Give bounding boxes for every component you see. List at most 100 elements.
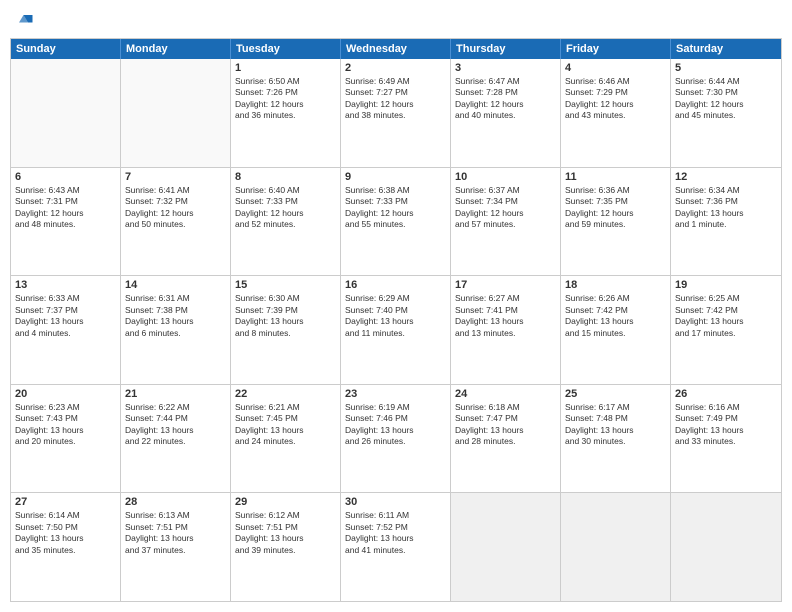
cell-info: Sunrise: 6:25 AM Sunset: 7:42 PM Dayligh…: [675, 293, 777, 339]
day-number: 22: [235, 388, 336, 400]
calendar-cell: 4 Sunrise: 6:46 AM Sunset: 7:29 PM Daylig…: [561, 59, 671, 167]
calendar-cell: [11, 59, 121, 167]
cell-info: Sunrise: 6:36 AM Sunset: 7:35 PM Dayligh…: [565, 185, 666, 231]
cell-info: Sunrise: 6:49 AM Sunset: 7:27 PM Dayligh…: [345, 76, 446, 122]
calendar-cell: [121, 59, 231, 167]
cell-info: Sunrise: 6:13 AM Sunset: 7:51 PM Dayligh…: [125, 510, 226, 556]
cell-info: Sunrise: 6:30 AM Sunset: 7:39 PM Dayligh…: [235, 293, 336, 339]
cell-info: Sunrise: 6:44 AM Sunset: 7:30 PM Dayligh…: [675, 76, 777, 122]
page: SundayMondayTuesdayWednesdayThursdayFrid…: [0, 0, 792, 612]
day-number: 20: [15, 388, 116, 400]
day-number: 15: [235, 279, 336, 291]
calendar-cell: 28 Sunrise: 6:13 AM Sunset: 7:51 PM Dayli…: [121, 493, 231, 601]
cell-info: Sunrise: 6:46 AM Sunset: 7:29 PM Dayligh…: [565, 76, 666, 122]
calendar-cell: 12 Sunrise: 6:34 AM Sunset: 7:36 PM Dayli…: [671, 168, 781, 276]
day-number: 18: [565, 279, 666, 291]
cell-info: Sunrise: 6:11 AM Sunset: 7:52 PM Dayligh…: [345, 510, 446, 556]
day-number: 2: [345, 62, 446, 74]
cell-info: Sunrise: 6:17 AM Sunset: 7:48 PM Dayligh…: [565, 402, 666, 448]
header: [10, 10, 782, 30]
calendar-cell: 22Sunrise: 6:21 AM Sunset: 7:45 PM Dayli…: [231, 385, 341, 493]
cell-info: Sunrise: 6:23 AM Sunset: 7:43 PM Dayligh…: [15, 402, 116, 448]
day-number: 7: [125, 171, 226, 183]
calendar-cell: [451, 493, 561, 601]
cell-info: Sunrise: 6:12 AM Sunset: 7:51 PM Dayligh…: [235, 510, 336, 556]
cell-info: Sunrise: 6:34 AM Sunset: 7:36 PM Dayligh…: [675, 185, 777, 231]
weekday-header: Sunday: [11, 39, 121, 59]
calendar-cell: 25 Sunrise: 6:17 AM Sunset: 7:48 PM Dayli…: [561, 385, 671, 493]
calendar-cell: 30 Sunrise: 6:11 AM Sunset: 7:52 PM Dayli…: [341, 493, 451, 601]
weekday-header: Friday: [561, 39, 671, 59]
day-number: 21: [125, 388, 226, 400]
day-number: 1: [235, 62, 336, 74]
day-number: 4: [565, 62, 666, 74]
day-number: 29: [235, 496, 336, 508]
calendar-row: 20 Sunrise: 6:23 AM Sunset: 7:43 PM Dayli…: [11, 384, 781, 493]
day-number: 11: [565, 171, 666, 183]
cell-info: Sunrise: 6:31 AM Sunset: 7:38 PM Dayligh…: [125, 293, 226, 339]
calendar-cell: 10Sunrise: 6:37 AM Sunset: 7:34 PM Dayli…: [451, 168, 561, 276]
day-number: 6: [15, 171, 116, 183]
day-number: 23: [345, 388, 446, 400]
cell-info: Sunrise: 6:40 AM Sunset: 7:33 PM Dayligh…: [235, 185, 336, 231]
cell-info: Sunrise: 6:50 AM Sunset: 7:26 PM Dayligh…: [235, 76, 336, 122]
cell-info: Sunrise: 6:43 AM Sunset: 7:31 PM Dayligh…: [15, 185, 116, 231]
calendar-cell: 24 Sunrise: 6:18 AM Sunset: 7:47 PM Dayli…: [451, 385, 561, 493]
weekday-header: Monday: [121, 39, 231, 59]
calendar-cell: 2 Sunrise: 6:49 AM Sunset: 7:27 PM Daylig…: [341, 59, 451, 167]
calendar-cell: 9Sunrise: 6:38 AM Sunset: 7:33 PM Daylig…: [341, 168, 451, 276]
day-number: 25: [565, 388, 666, 400]
cell-info: Sunrise: 6:38 AM Sunset: 7:33 PM Dayligh…: [345, 185, 446, 231]
cell-info: Sunrise: 6:29 AM Sunset: 7:40 PM Dayligh…: [345, 293, 446, 339]
calendar-body: 1 Sunrise: 6:50 AM Sunset: 7:26 PM Daylig…: [11, 59, 781, 601]
day-number: 13: [15, 279, 116, 291]
cell-info: Sunrise: 6:22 AM Sunset: 7:44 PM Dayligh…: [125, 402, 226, 448]
cell-info: Sunrise: 6:19 AM Sunset: 7:46 PM Dayligh…: [345, 402, 446, 448]
calendar-cell: 7 Sunrise: 6:41 AM Sunset: 7:32 PM Daylig…: [121, 168, 231, 276]
day-number: 27: [15, 496, 116, 508]
weekday-header: Saturday: [671, 39, 781, 59]
day-number: 30: [345, 496, 446, 508]
weekday-header: Tuesday: [231, 39, 341, 59]
weekday-header: Thursday: [451, 39, 561, 59]
day-number: 19: [675, 279, 777, 291]
day-number: 8: [235, 171, 336, 183]
calendar-cell: 26 Sunrise: 6:16 AM Sunset: 7:49 PM Dayli…: [671, 385, 781, 493]
day-number: 12: [675, 171, 777, 183]
weekday-header: Wednesday: [341, 39, 451, 59]
calendar-header: SundayMondayTuesdayWednesdayThursdayFrid…: [11, 39, 781, 59]
calendar-row: 1 Sunrise: 6:50 AM Sunset: 7:26 PM Daylig…: [11, 59, 781, 167]
calendar-cell: 17 Sunrise: 6:27 AM Sunset: 7:41 PM Dayli…: [451, 276, 561, 384]
calendar-cell: 29 Sunrise: 6:12 AM Sunset: 7:51 PM Dayli…: [231, 493, 341, 601]
calendar-row: 13Sunrise: 6:33 AM Sunset: 7:37 PM Dayli…: [11, 275, 781, 384]
cell-info: Sunrise: 6:16 AM Sunset: 7:49 PM Dayligh…: [675, 402, 777, 448]
day-number: 26: [675, 388, 777, 400]
calendar-cell: 23 Sunrise: 6:19 AM Sunset: 7:46 PM Dayli…: [341, 385, 451, 493]
calendar-cell: 20 Sunrise: 6:23 AM Sunset: 7:43 PM Dayli…: [11, 385, 121, 493]
cell-info: Sunrise: 6:47 AM Sunset: 7:28 PM Dayligh…: [455, 76, 556, 122]
calendar-cell: 3 Sunrise: 6:47 AM Sunset: 7:28 PM Daylig…: [451, 59, 561, 167]
calendar-cell: 5 Sunrise: 6:44 AM Sunset: 7:30 PM Daylig…: [671, 59, 781, 167]
cell-info: Sunrise: 6:14 AM Sunset: 7:50 PM Dayligh…: [15, 510, 116, 556]
cell-info: Sunrise: 6:26 AM Sunset: 7:42 PM Dayligh…: [565, 293, 666, 339]
calendar-cell: [561, 493, 671, 601]
day-number: 24: [455, 388, 556, 400]
day-number: 17: [455, 279, 556, 291]
cell-info: Sunrise: 6:41 AM Sunset: 7:32 PM Dayligh…: [125, 185, 226, 231]
calendar-cell: 11 Sunrise: 6:36 AM Sunset: 7:35 PM Dayli…: [561, 168, 671, 276]
calendar-cell: 19 Sunrise: 6:25 AM Sunset: 7:42 PM Dayli…: [671, 276, 781, 384]
cell-info: Sunrise: 6:27 AM Sunset: 7:41 PM Dayligh…: [455, 293, 556, 339]
logo: [14, 10, 34, 30]
calendar-cell: 8 Sunrise: 6:40 AM Sunset: 7:33 PM Daylig…: [231, 168, 341, 276]
calendar-cell: 27 Sunrise: 6:14 AM Sunset: 7:50 PM Dayli…: [11, 493, 121, 601]
cell-info: Sunrise: 6:37 AM Sunset: 7:34 PM Dayligh…: [455, 185, 556, 231]
calendar-row: 6 Sunrise: 6:43 AM Sunset: 7:31 PM Daylig…: [11, 167, 781, 276]
day-number: 5: [675, 62, 777, 74]
day-number: 3: [455, 62, 556, 74]
calendar-cell: 1 Sunrise: 6:50 AM Sunset: 7:26 PM Daylig…: [231, 59, 341, 167]
day-number: 28: [125, 496, 226, 508]
calendar-cell: 13Sunrise: 6:33 AM Sunset: 7:37 PM Dayli…: [11, 276, 121, 384]
day-number: 16: [345, 279, 446, 291]
cell-info: Sunrise: 6:18 AM Sunset: 7:47 PM Dayligh…: [455, 402, 556, 448]
calendar-cell: [671, 493, 781, 601]
